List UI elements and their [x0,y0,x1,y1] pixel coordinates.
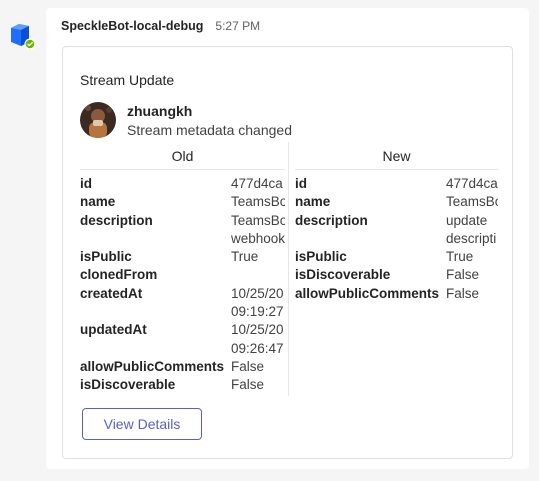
author-name: zhuangkh [127,103,193,119]
fact-value: False [231,377,265,393]
fact-row: id 477d4ca [80,175,285,193]
user-photo-icon [80,102,116,138]
fact-key: description [80,212,153,228]
speckle-cube-icon [11,24,36,50]
fact-key: id [80,176,92,191]
fact-row: isPublic True [80,248,285,266]
fact-value: False [446,285,480,301]
new-values-list: id 477d4ca name TeamsBo description upda… [295,170,498,303]
card-title: Stream Update [80,72,175,88]
message-header: SpeckleBot-local-debug 5:27 PM [61,19,260,35]
fact-value: 10/25/20 09:19:27 [231,285,284,320]
fact-row: description TeamsBo webhook [80,212,285,249]
column-divider [288,142,289,396]
fact-value: TeamsBo [446,194,498,210]
user-avatar [80,102,116,138]
fact-row: updatedAt 10/25/20 09:26:47 [80,321,285,358]
message-timestamp: 5:27 PM [215,19,261,33]
fact-value: False [231,358,265,374]
old-values-list: id 477d4ca name TeamsBo description Team… [80,170,285,395]
fact-value: update descripti [446,212,497,246]
message-bubble: SpeckleBot-local-debug 5:27 PM Stream Up… [46,8,529,469]
fact-key: updatedAt [80,322,147,338]
fact-value: TeamsBo webhook [231,212,285,246]
fact-row: allowPublicComments False [295,285,498,303]
fact-row: createdAt 10/25/20 09:19:27 [80,285,285,322]
fact-value: 10/25/20 09:26:47 [231,322,284,356]
old-values-column: Old id 477d4ca name TeamsBo description … [80,142,285,395]
sender-name[interactable]: SpeckleBot-local-debug [61,19,203,33]
fact-row: isDiscoverable False [80,376,285,394]
fact-row: allowPublicComments False [80,358,285,376]
bot-avatar[interactable] [9,22,36,50]
fact-key: name [80,194,116,210]
fact-row: clonedFrom [80,266,285,284]
old-column-heading: Old [80,142,285,170]
fact-value: True [446,249,474,265]
fact-key: allowPublicComments [295,285,440,301]
fact-row: description update descripti [295,212,498,249]
adaptive-card: Stream Update zhuangkh Stream metadata c… [62,46,513,459]
fact-value: True [231,249,259,265]
fact-row: name TeamsBo [80,193,285,211]
fact-row: name TeamsBo [295,193,498,211]
fact-row: id 477d4ca [295,175,498,193]
new-values-column: New id 477d4ca name TeamsBo description … [295,142,498,303]
fact-value [231,266,285,284]
fact-key: allowPublicComments [80,358,225,374]
fact-value: 477d4ca [231,176,283,191]
author-subtitle: Stream metadata changed [127,122,292,138]
fact-key: name [295,194,331,210]
fact-value: 477d4ca [446,176,498,191]
view-details-button[interactable]: View Details [82,408,202,440]
fact-row: isPublic True [295,248,498,266]
fact-key: clonedFrom [80,267,158,283]
fact-key: isPublic [295,249,347,265]
fact-key: description [295,212,368,228]
fact-value: TeamsBo [231,194,285,210]
fact-row: isDiscoverable False [295,266,498,284]
fact-key: isDiscoverable [295,267,391,283]
new-column-heading: New [295,142,498,170]
available-check-icon [24,38,36,50]
fact-key: isDiscoverable [80,377,176,393]
fact-key: id [295,176,307,191]
fact-key: createdAt [80,285,143,301]
fact-value: False [446,267,480,283]
fact-key: isPublic [80,249,132,265]
